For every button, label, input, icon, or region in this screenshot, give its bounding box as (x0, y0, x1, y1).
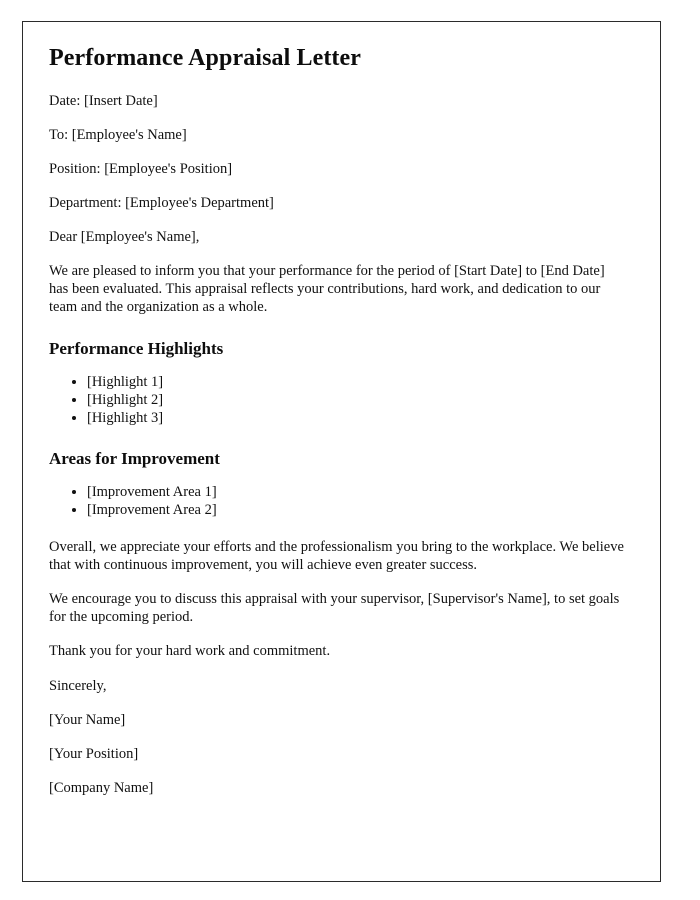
closing-paragraph-overall: Overall, we appreciate your efforts and … (49, 538, 624, 573)
meta-line-department: Department: [Employee's Department] (49, 195, 274, 211)
section-heading-performance-highlights: Performance Highlights (49, 338, 224, 358)
closing-paragraph-thanks: Thank you for your hard work and commitm… (49, 643, 331, 660)
highlights-list: [Highlight 1] [Highlight 2] [Highlight 3… (49, 373, 627, 428)
page-title: Performance Appraisal Letter (49, 45, 362, 71)
signature-your-name: [Your Name] (49, 711, 126, 728)
letter-body: Performance Appraisal Letter Date: [Inse… (49, 44, 627, 797)
signoff: Sincerely, (49, 677, 107, 694)
meta-line-to: To: [Employee's Name] (49, 127, 187, 143)
meta-line-position: Position: [Employee's Position] (49, 161, 233, 177)
signature-company-name: [Company Name] (49, 779, 154, 796)
improvement-list: [Improvement Area 1] [Improvement Area 2… (49, 483, 627, 519)
section-heading-areas-for-improvement: Areas for Improvement (49, 449, 220, 469)
document-page: Performance Appraisal Letter Date: [Inse… (22, 21, 661, 882)
intro-paragraph: We are pleased to inform you that your p… (49, 263, 605, 316)
signature-your-position: [Your Position] (49, 745, 139, 762)
list-item: [Highlight 3] (87, 409, 627, 427)
list-item: [Improvement Area 1] (87, 483, 627, 501)
list-item: [Highlight 2] (87, 391, 627, 409)
list-item: [Highlight 1] (87, 373, 627, 391)
salutation: Dear [Employee's Name], (49, 229, 200, 245)
list-item: [Improvement Area 2] (87, 501, 627, 519)
meta-line-date: Date: [Insert Date] (49, 93, 158, 109)
closing-paragraph-encourage: We encourage you to discuss this apprais… (49, 591, 620, 626)
